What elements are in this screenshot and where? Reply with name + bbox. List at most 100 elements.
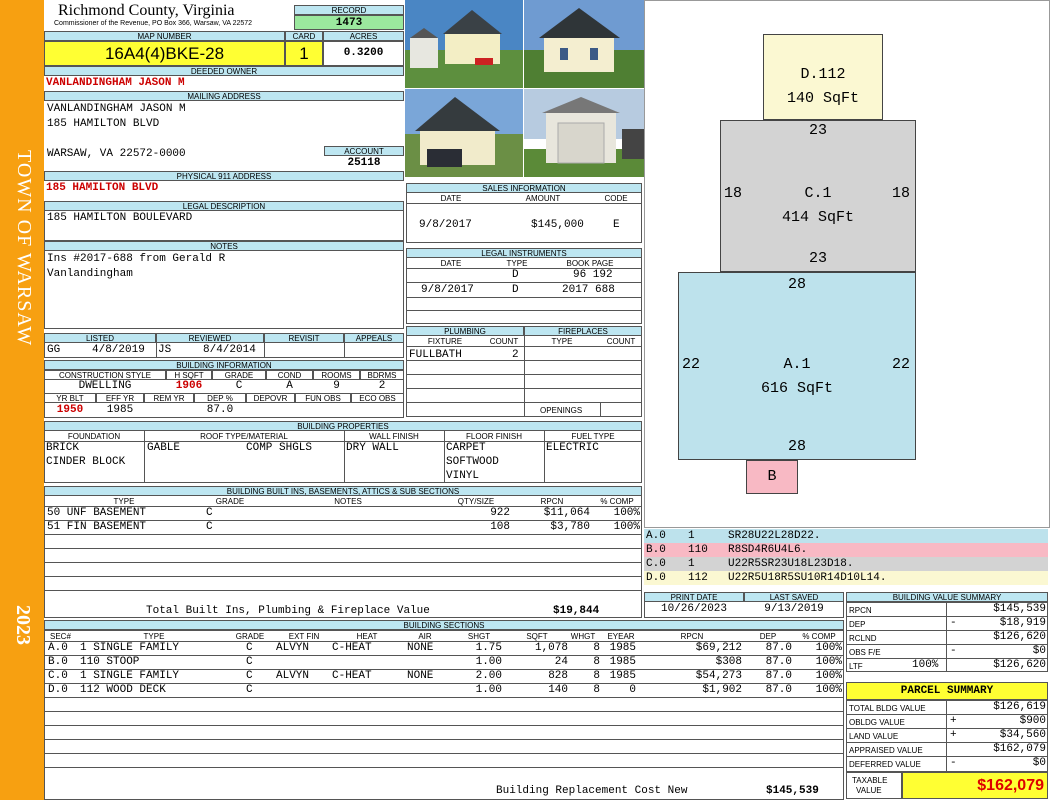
physical-address: 185 HAMILTON BLVD bbox=[46, 182, 159, 194]
sec-b-whgt: 8 bbox=[593, 656, 600, 668]
house-photo-4 bbox=[524, 89, 644, 177]
deck-code: D.112 bbox=[800, 66, 846, 83]
sec-c-ext: ALVYN bbox=[276, 670, 310, 682]
a-sqft: 616 SqFt bbox=[760, 380, 833, 397]
sec-c-rpcn: $54,273 bbox=[695, 670, 742, 682]
record-header: RECORD bbox=[294, 5, 404, 15]
sec-a-ext: ALVYN bbox=[276, 642, 310, 654]
a-code: A.1 bbox=[783, 356, 811, 373]
sec-b-type: 110 STOOP bbox=[80, 656, 140, 668]
sec-a-air: NONE bbox=[407, 642, 434, 654]
value-summary-header: BUILDING VALUE SUMMARY bbox=[846, 592, 1048, 602]
deck-sqft: 140 SqFt bbox=[786, 90, 859, 107]
parcel-summary-header: PARCEL SUMMARY bbox=[846, 682, 1048, 700]
commissioner-line: Commissioner of the Revenue, PO Box 366,… bbox=[54, 20, 253, 27]
taxable-value: $162,079 bbox=[902, 772, 1048, 799]
sections-rows: A.0 1 SINGLE FAMILY C ALVYN C-HEAT NONE … bbox=[44, 642, 844, 698]
sec-type-header: TYPE bbox=[143, 632, 165, 641]
legal-box bbox=[44, 201, 404, 241]
legend-c-path: U22R5SR23U18L23D18. bbox=[728, 558, 854, 570]
vs-ltf-label: LTF bbox=[849, 662, 863, 671]
account-header: ACCOUNT bbox=[324, 146, 404, 156]
card-number: 1 bbox=[285, 41, 323, 66]
parcel-deferred-label: DEFERRED VALUE bbox=[849, 760, 921, 769]
section-row-b: B.0 110 STOOP C 1.00 24 8 1985 $308 87.0… bbox=[44, 656, 844, 670]
taxable-label-1: TAXABLE bbox=[852, 776, 888, 785]
sec-grade-header: GRADE bbox=[235, 632, 265, 641]
sec-sqft-header: SQFT bbox=[526, 632, 548, 641]
sections-header: BUILDING SECTIONS bbox=[44, 620, 844, 630]
replacement-cost-label: Building Replacement Cost New bbox=[496, 785, 688, 797]
a-top-dim: 28 bbox=[787, 276, 806, 293]
mailing-line-2: 185 HAMILTON BLVD bbox=[47, 118, 160, 130]
sec-a-sec: A.0 bbox=[48, 642, 68, 654]
vs-ltf-pct: 100% bbox=[912, 659, 939, 671]
sec-c-dep: 87.0 bbox=[765, 670, 792, 682]
dates-box bbox=[644, 592, 844, 618]
parcel-land-label: LAND VALUE bbox=[849, 732, 899, 741]
house-photo-2 bbox=[524, 0, 644, 88]
legend-c-num: 1 bbox=[688, 558, 695, 570]
vs-rclnd-value: $126,620 bbox=[993, 631, 1046, 643]
vs-rpcn-value: $145,539 bbox=[993, 603, 1046, 615]
sec-shgt-header: SHGT bbox=[467, 632, 491, 641]
legend-b-code: B.0 bbox=[646, 544, 666, 556]
sec-b-rpcn: $308 bbox=[715, 656, 742, 668]
sec-heat-header: HEAT bbox=[356, 632, 378, 641]
sec-rpcn-header: RPCN bbox=[680, 632, 704, 641]
c-code: C.1 bbox=[804, 185, 832, 202]
sec-air-header: AIR bbox=[418, 632, 432, 641]
sidebar: TOWN OF WARSAW 2023 bbox=[0, 0, 44, 800]
legend-a-num: 1 bbox=[688, 530, 695, 542]
notes-box bbox=[44, 241, 404, 329]
legend-row-d: D.0 112 U22R5U18R5SU10R14D10L14. bbox=[644, 571, 1048, 585]
sec-eyear-header: EYEAR bbox=[607, 632, 635, 641]
sec-d-grade: C bbox=[246, 684, 253, 696]
sec-b-eyear: 1985 bbox=[609, 656, 636, 668]
sec-b-comp: 100% bbox=[815, 656, 842, 668]
instruments-box bbox=[406, 248, 642, 324]
year-label: 2023 bbox=[12, 605, 34, 645]
mailing-line-1: VANLANDINGHAM JASON M bbox=[47, 103, 186, 115]
sec-c-air: NONE bbox=[407, 670, 434, 682]
sec-a-whgt: 8 bbox=[593, 642, 600, 654]
sec-a-rpcn: $69,212 bbox=[695, 642, 742, 654]
building-info-box bbox=[44, 360, 404, 418]
sec-a-dep: 87.0 bbox=[765, 642, 792, 654]
sec-d-sqft: 140 bbox=[548, 684, 568, 696]
sec-c-sqft: 828 bbox=[548, 670, 568, 682]
legend-a-path: SR28U22L28D22. bbox=[728, 530, 821, 542]
sec-d-rpcn: $1,902 bbox=[702, 684, 742, 696]
sec-a-heat: C-HEAT bbox=[332, 642, 372, 654]
c-bottom-dim: 23 bbox=[808, 250, 827, 267]
legend-d-path: U22R5U18R5SU10R14D10L14. bbox=[728, 572, 887, 584]
sec-b-sqft: 24 bbox=[554, 656, 568, 668]
sec-whgt-header: WHGT bbox=[570, 632, 596, 641]
sec-a-grade: C bbox=[246, 642, 253, 654]
sec-d-comp: 100% bbox=[815, 684, 842, 696]
house-photo-3 bbox=[405, 89, 523, 177]
properties-box bbox=[44, 421, 642, 483]
mailing-address-header: MAILING ADDRESS bbox=[44, 91, 404, 101]
deeded-owner-header: DEEDED OWNER bbox=[44, 66, 404, 76]
sec-header: SEC# bbox=[50, 632, 71, 641]
builtins-box bbox=[44, 486, 642, 618]
parcel-appraised-label: APPRAISED VALUE bbox=[849, 746, 923, 755]
house-photo-1 bbox=[405, 0, 523, 88]
sales-box bbox=[406, 183, 642, 243]
acres-value: 0.3200 bbox=[323, 41, 404, 66]
county-title: Richmond County, Virginia bbox=[58, 2, 235, 19]
parcel-obldg-value: $900 bbox=[1019, 715, 1046, 727]
parcel-deferred-value: $0 bbox=[1032, 757, 1046, 769]
parcel-appraised-value: $162,079 bbox=[993, 743, 1046, 755]
listing-box bbox=[44, 333, 404, 358]
legend-b-num: 110 bbox=[688, 544, 708, 556]
vs-rpcn-label: RPCN bbox=[849, 606, 872, 615]
sec-d-shgt: 1.00 bbox=[475, 684, 502, 696]
sec-extfin-header: EXT FIN bbox=[288, 632, 320, 641]
town-label: TOWN OF WARSAW bbox=[13, 150, 35, 347]
legend-d-code: D.0 bbox=[646, 572, 666, 584]
a-bottom-dim: 28 bbox=[787, 438, 806, 455]
stoop-code: B bbox=[767, 468, 777, 485]
legend-d-num: 112 bbox=[688, 572, 708, 584]
